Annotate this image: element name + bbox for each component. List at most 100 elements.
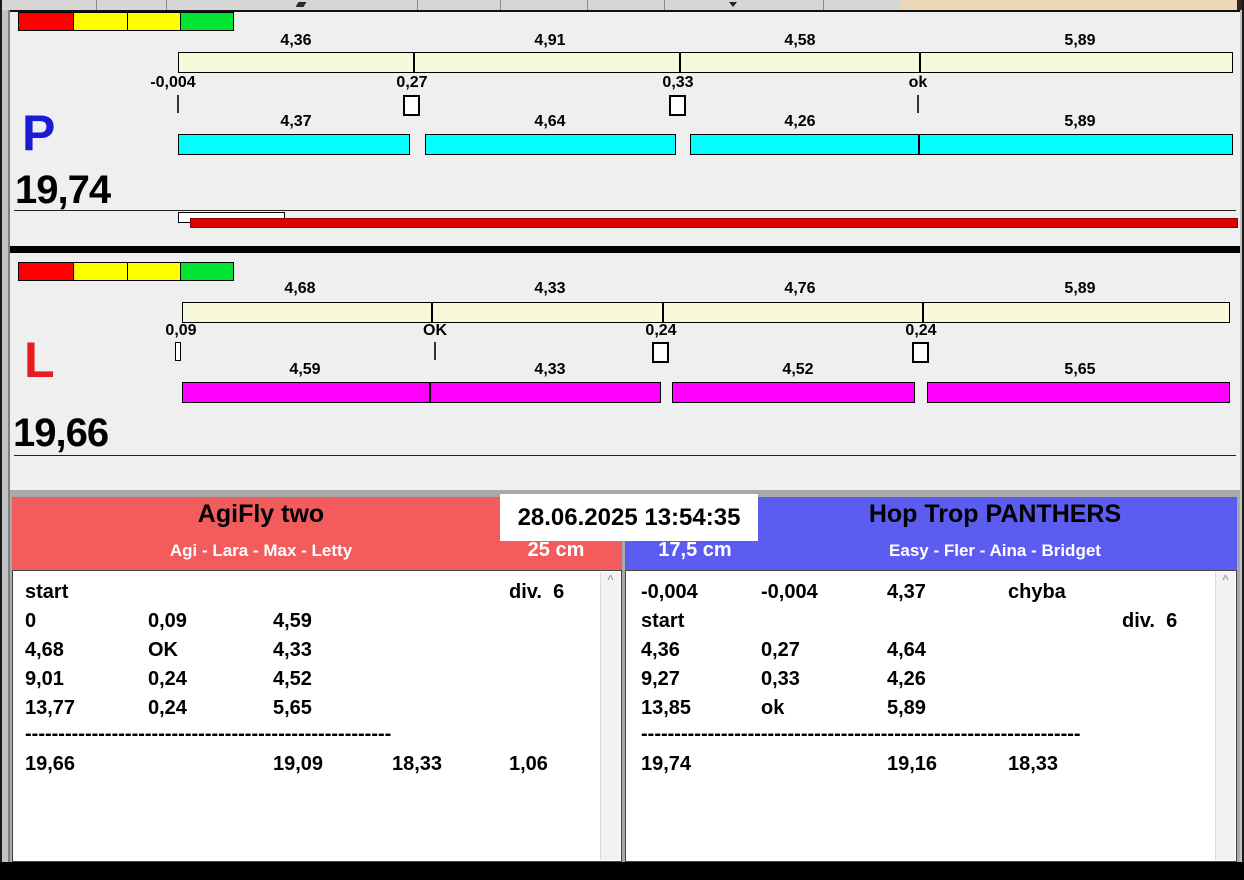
- fault-checkbox[interactable]: [652, 342, 669, 363]
- scroll-up-icon[interactable]: ^: [1216, 574, 1235, 586]
- bar-tick: [918, 134, 920, 155]
- lane-l-split-bar: [672, 382, 915, 403]
- scoreboard-section: AgiFly two Agi - Lara - Max - Letty 25 c…: [10, 490, 1240, 862]
- upper-timing-bar: [182, 302, 1230, 323]
- table-cell: 0,27: [761, 639, 800, 661]
- fault-checkbox[interactable]: [912, 342, 929, 363]
- toolbar-separator: [166, 0, 167, 10]
- table-cell: 0: [25, 610, 37, 632]
- upper-segment-value: 4,33: [534, 280, 566, 297]
- scroll-up-icon[interactable]: ^: [601, 574, 620, 586]
- fault-label: 0,24: [645, 322, 677, 339]
- scrollbar[interactable]: ^: [1215, 572, 1235, 860]
- total-time: 1,06: [509, 753, 548, 775]
- lane-p-total: 19,74: [15, 168, 111, 212]
- datetime-display: 28.06.2025 13:54:35: [500, 494, 758, 541]
- strip-green-cell: [180, 13, 233, 30]
- table-separator: ----------------------------------------…: [641, 723, 1081, 745]
- status-color-strip: [18, 12, 234, 31]
- lower-segment-value: 4,37: [280, 113, 312, 130]
- lower-segment-value: 4,64: [534, 113, 566, 130]
- team-left-name: AgiFly two: [197, 500, 325, 528]
- team-right-members: Easy - Fler - Aina - Bridget: [889, 541, 1101, 560]
- upper-segment-value: 4,58: [784, 32, 816, 49]
- strip-green-cell: [180, 263, 233, 280]
- strip-red-cell: [19, 13, 73, 30]
- upper-segment-value: 4,68: [284, 280, 316, 297]
- team-right-splits-table: -0,004 -0,004 4,37 chyba start div. 6 4,…: [625, 570, 1237, 862]
- window-frame-right: [1240, 10, 1242, 862]
- table-cell: 5,89: [887, 697, 926, 719]
- lower-segment-value: 4,59: [289, 361, 321, 378]
- table-cell: OK: [148, 639, 178, 661]
- lane-l-label: L: [24, 332, 55, 388]
- team-left-splits-table: start div. 6 0 0,09 4,59 4,68 OK 4,33 9,…: [12, 570, 622, 862]
- table-cell: 4,52: [273, 668, 312, 690]
- team-right-name: Hop Trop PANTHERS: [868, 500, 1122, 528]
- upper-segment-value: 4,91: [534, 32, 566, 49]
- upper-segment-value: 4,76: [784, 280, 816, 297]
- marker-tick: [434, 342, 436, 360]
- table-cell: -0,004: [641, 581, 698, 603]
- table-cell: 4,68: [25, 639, 64, 661]
- bar-tick: [429, 382, 431, 403]
- upper-segment-value: 5,89: [1064, 32, 1096, 49]
- table-cell: 4,26: [887, 668, 926, 690]
- lane-p-section: 4,36 4,91 4,58 5,89 -0,004 0,27 0,33 ok …: [10, 12, 1240, 246]
- fault-label: -0,004: [150, 74, 196, 91]
- table-cell: 0,24: [148, 697, 187, 719]
- dropdown-arrow-icon[interactable]: [729, 2, 737, 7]
- division-label: div. 6: [1122, 610, 1178, 632]
- strip-yellow-cell: [127, 13, 180, 30]
- toolbar-strip[interactable]: [0, 0, 1244, 10]
- fault-checkbox[interactable]: [669, 95, 686, 116]
- bottom-black-bar: [0, 862, 1244, 880]
- table-cell: 5,65: [273, 697, 312, 719]
- total-time: 18,33: [1008, 753, 1059, 775]
- fault-label: 0,33: [662, 74, 694, 91]
- total-time: 18,33: [392, 753, 443, 775]
- lane-l-total: 19,66: [13, 411, 109, 455]
- table-cell: 4,36: [641, 639, 680, 661]
- scrollbar[interactable]: ^: [600, 572, 620, 860]
- table-cell: 4,59: [273, 610, 312, 632]
- fault-label: 0,24: [905, 322, 937, 339]
- lower-segment-value: 5,65: [1064, 361, 1096, 378]
- toolbar-separator: [587, 0, 588, 10]
- table-cell: start: [641, 610, 685, 632]
- lane-l-split-bar: [182, 382, 661, 403]
- bar-tick: [413, 52, 415, 73]
- fault-note: chyba: [1008, 581, 1066, 603]
- total-time: 19,09: [273, 753, 324, 775]
- fault-label: 0,09: [165, 322, 197, 339]
- team-right-height: 17,5 cm: [658, 539, 732, 561]
- fault-label: ok: [908, 74, 928, 91]
- bar-tick: [679, 52, 681, 73]
- toolbar-separator: [823, 0, 824, 10]
- bar-tick: [431, 302, 433, 323]
- table-cell: 4,33: [273, 639, 312, 661]
- pen-icon: [295, 2, 307, 7]
- marker-slim-box: [175, 342, 181, 361]
- toolbar-separator: [417, 0, 418, 10]
- table-cell: 9,01: [25, 668, 64, 690]
- lane-p-split-bar: [425, 134, 676, 155]
- upper-segment-value: 5,89: [1064, 280, 1096, 297]
- lane-divider-line: [14, 455, 1236, 456]
- table-cell: 0,33: [761, 668, 800, 690]
- toolbar-separator: [96, 0, 97, 10]
- timing-app-window: 4,36 4,91 4,58 5,89 -0,004 0,27 0,33 ok …: [0, 0, 1244, 880]
- toolbar-right-strip: [900, 0, 1237, 10]
- bar-tick: [662, 302, 664, 323]
- table-cell: 4,64: [887, 639, 926, 661]
- lower-segment-value: 4,26: [784, 113, 816, 130]
- lane-p-split-bar: [178, 134, 410, 155]
- table-separator: ----------------------------------------…: [25, 723, 392, 745]
- table-cell: 0,09: [148, 610, 187, 632]
- table-cell: 9,27: [641, 668, 680, 690]
- fault-checkbox[interactable]: [403, 95, 420, 116]
- lane-divider-line: [14, 210, 1236, 211]
- team-left-members: Agi - Lara - Max - Letty: [169, 541, 353, 560]
- table-cell: ok: [761, 697, 785, 719]
- race-progress-bar: [190, 218, 1238, 228]
